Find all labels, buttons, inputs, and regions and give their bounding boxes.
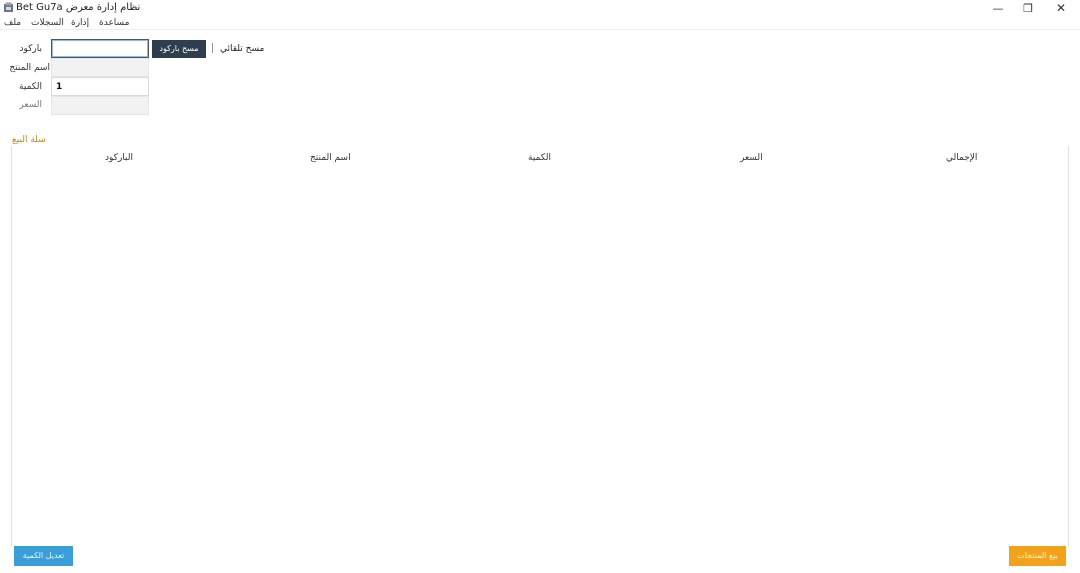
continuous-scan-checkbox[interactable] bbox=[212, 43, 214, 53]
cart-table[interactable] bbox=[11, 146, 1069, 546]
scan-barcode-button[interactable]: مسح باركود bbox=[152, 40, 206, 58]
menu-item-manage[interactable]: إدارة bbox=[71, 16, 89, 30]
maximize-icon: ❐ bbox=[1023, 1, 1033, 15]
quantity-input[interactable] bbox=[51, 77, 149, 96]
window-title: Bet Gu7a نظام إدارة معرض bbox=[16, 2, 141, 13]
barcode-label: باركود bbox=[19, 44, 42, 54]
close-icon: ✕ bbox=[1055, 1, 1067, 15]
app-icon bbox=[4, 2, 13, 12]
quantity-label: الكمية bbox=[19, 82, 42, 92]
maximize-button[interactable]: ❐ bbox=[1013, 0, 1043, 16]
column-header-total[interactable]: الإجمالي bbox=[946, 152, 977, 164]
title-bar: Bet Gu7a نظام إدارة معرض — ❐ ✕ bbox=[0, 0, 1080, 16]
continuous-scan-label: مسح تلقائي bbox=[220, 44, 265, 54]
menu-item-help[interactable]: مساعدة bbox=[99, 16, 129, 30]
column-header-quantity[interactable]: الكمية bbox=[528, 152, 551, 164]
menu-item-file[interactable]: ملف bbox=[4, 16, 21, 30]
close-button[interactable]: ✕ bbox=[1046, 0, 1076, 16]
column-header-price[interactable]: السعر bbox=[740, 152, 763, 164]
column-header-barcode[interactable]: الباركود bbox=[105, 152, 133, 164]
product-name-label: اسم المنتج bbox=[9, 63, 50, 73]
minimize-button[interactable]: — bbox=[983, 0, 1013, 16]
edit-quantity-button[interactable]: تعديل الكمية bbox=[14, 546, 73, 566]
menu-item-records[interactable]: السجلات bbox=[31, 16, 64, 30]
price-field bbox=[51, 96, 149, 115]
menu-bar: ملف السجلات إدارة مساعدة bbox=[0, 16, 1080, 30]
complete-sale-button[interactable]: بيع المنتجات bbox=[1009, 546, 1066, 566]
column-header-product-name[interactable]: اسم المنتج bbox=[310, 152, 351, 164]
price-label: السعر bbox=[19, 100, 42, 110]
minimize-icon: — bbox=[992, 1, 1004, 15]
barcode-input[interactable] bbox=[51, 39, 149, 58]
product-name-field bbox=[51, 58, 149, 77]
cart-title: سلة البيع bbox=[12, 135, 46, 145]
